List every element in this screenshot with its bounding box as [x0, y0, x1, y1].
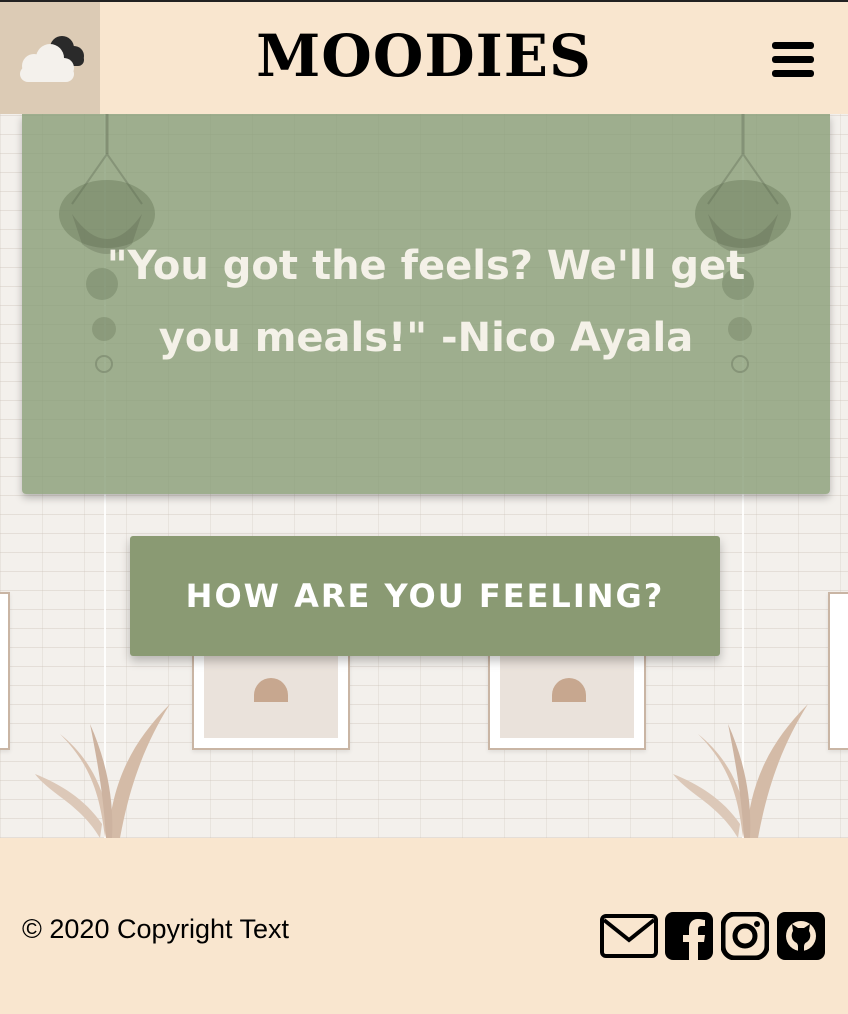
- brand-title[interactable]: MOODIES: [0, 22, 848, 90]
- github-icon[interactable]: [777, 912, 825, 960]
- plant-decoration: [673, 704, 808, 838]
- top-border: [0, 0, 848, 2]
- instagram-icon[interactable]: [720, 911, 770, 961]
- how-are-you-feeling-button[interactable]: HOW ARE YOU FEELING?: [130, 536, 720, 656]
- decor-frame: [828, 592, 848, 750]
- email-icon[interactable]: [600, 912, 658, 960]
- site-footer: © 2020 Copyright Text: [0, 838, 848, 1014]
- quote-card: "You got the feels? We'll get you meals!…: [22, 114, 830, 494]
- facebook-icon[interactable]: [665, 912, 713, 960]
- quote-text: "You got the feels? We'll get you meals!…: [106, 243, 746, 361]
- plant-decoration: [35, 704, 170, 838]
- hamburger-menu-icon[interactable]: [772, 42, 814, 78]
- copyright-text: © 2020 Copyright Text: [22, 914, 290, 944]
- decor-frame: [0, 592, 10, 750]
- site-header: MOODIES: [0, 2, 848, 114]
